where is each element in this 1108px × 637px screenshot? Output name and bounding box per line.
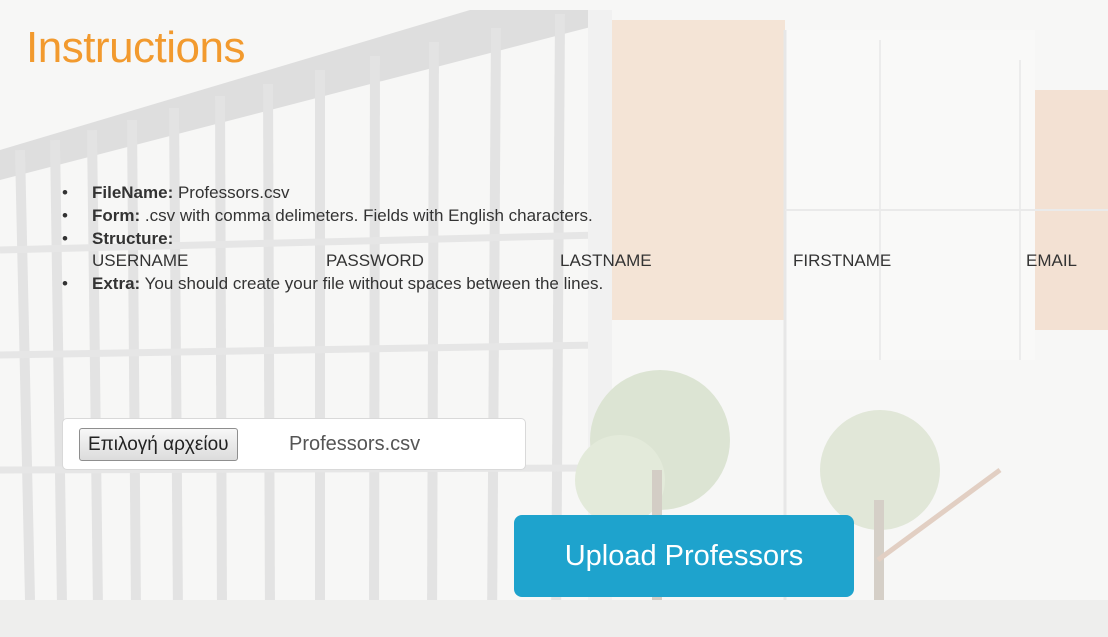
instruction-text: Professors.csv xyxy=(173,183,290,202)
instruction-item-extra: • Extra: You should create your file wit… xyxy=(60,273,1100,295)
column-name-password: PASSWORD xyxy=(326,251,424,270)
instructions-list: • FileName: Professors.csv • Form: .csv … xyxy=(60,182,1100,296)
instruction-label: Extra: xyxy=(92,274,141,293)
instruction-label: Structure: xyxy=(92,229,174,248)
choose-file-button[interactable]: Επιλογή αρχείου xyxy=(79,428,238,461)
page-title: Instructions xyxy=(26,23,245,72)
instruction-item-filename: • FileName: Professors.csv xyxy=(60,182,1100,204)
instruction-item-structure: • Structure: USERNAME PASSWORD LASTNAME … xyxy=(60,228,1100,272)
instruction-label: Form: xyxy=(92,206,141,225)
bullet-icon: • xyxy=(62,274,68,293)
bullet-icon: • xyxy=(62,183,68,202)
column-name-email: EMAIL xyxy=(1026,251,1078,270)
column-name-lastname: LASTNAME xyxy=(560,251,652,270)
column-name-username: USERNAME xyxy=(92,251,189,270)
column-name-firstname: FIRSTNAME xyxy=(793,251,892,270)
structure-columns: USERNAME PASSWORD LASTNAME FIRSTNAME EMA… xyxy=(60,250,1100,272)
instruction-text: .csv with comma delimeters. Fields with … xyxy=(140,206,593,225)
upload-professors-button[interactable]: Upload Professors xyxy=(514,515,854,597)
selected-file-name: Professors.csv xyxy=(289,433,421,455)
bullet-icon: • xyxy=(62,229,68,248)
bullet-icon: • xyxy=(62,206,68,225)
file-input[interactable]: Επιλογή αρχείου Professors.csv xyxy=(62,418,526,470)
instruction-item-form: • Form: .csv with comma delimeters. Fiel… xyxy=(60,205,1100,227)
instruction-text: You should create your file without spac… xyxy=(140,274,604,293)
instruction-label: FileName: xyxy=(92,183,174,202)
